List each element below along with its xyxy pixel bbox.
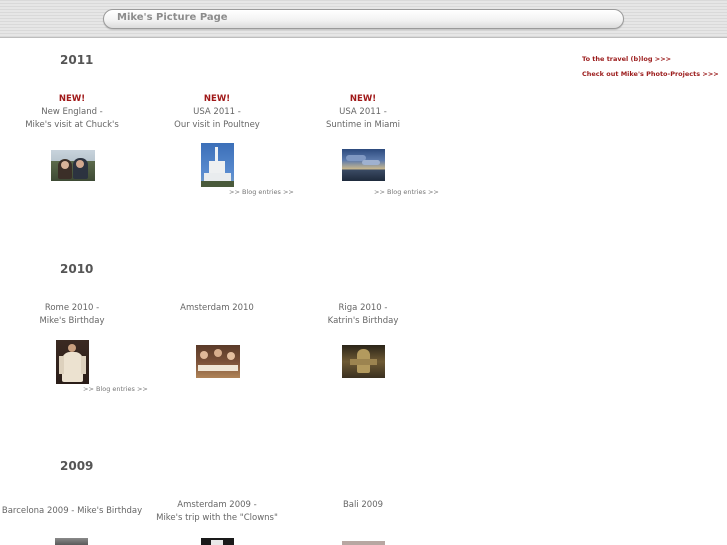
album-title[interactable]: Amsterdam 2010 bbox=[142, 302, 292, 315]
new-badge: NEW! bbox=[349, 94, 377, 104]
album-title[interactable]: Barcelona 2009 - Mike's Birthday bbox=[0, 505, 147, 518]
album-thumbnail-bali[interactable] bbox=[342, 541, 385, 545]
album-thumbnail-barcelona[interactable] bbox=[55, 538, 88, 545]
album-rome-2010[interactable]: Rome 2010 - Mike's Birthday bbox=[0, 302, 147, 328]
album-subtitle[interactable]: Mike's visit at Chuck's bbox=[0, 119, 147, 132]
album-thumbnail-new-england[interactable] bbox=[51, 150, 95, 181]
year-heading-2011: 2011 bbox=[60, 53, 94, 67]
album-bali-2009[interactable]: Bali 2009 bbox=[288, 499, 438, 512]
album-thumbnail-amsterdam-2009[interactable] bbox=[201, 538, 234, 545]
new-badge: NEW! bbox=[203, 94, 231, 104]
photo-projects-link[interactable]: Check out Mike's Photo-Projects >>> bbox=[582, 70, 719, 78]
new-badge: NEW! bbox=[58, 94, 86, 104]
album-usa-miami-2011[interactable]: NEW! USA 2011 - Suntime in Miami bbox=[288, 93, 438, 132]
album-title[interactable]: USA 2011 - bbox=[142, 106, 292, 119]
year-heading-2009: 2009 bbox=[60, 459, 94, 473]
album-title[interactable]: Bali 2009 bbox=[288, 499, 438, 512]
header-bar: Mike's Picture Page bbox=[0, 0, 727, 38]
album-subtitle[interactable]: Our visit in Poultney bbox=[142, 119, 292, 132]
album-riga-2010[interactable]: Riga 2010 - Katrin's Birthday bbox=[288, 302, 438, 328]
album-thumbnail-amsterdam-2010[interactable] bbox=[196, 345, 240, 378]
album-title[interactable]: Riga 2010 - bbox=[288, 302, 438, 315]
album-barcelona-2009[interactable]: Barcelona 2009 - Mike's Birthday bbox=[0, 505, 147, 518]
album-subtitle[interactable]: Mike's trip with the "Clowns" bbox=[142, 512, 292, 525]
album-thumbnail-riga[interactable] bbox=[342, 345, 385, 378]
travel-blog-link[interactable]: To the travel (b)log >>> bbox=[582, 55, 671, 63]
year-heading-2010: 2010 bbox=[60, 262, 94, 276]
album-usa-poultney-2011[interactable]: NEW! USA 2011 - Our visit in Poultney bbox=[142, 93, 292, 132]
blog-entries-link[interactable]: >> Blog entries >> bbox=[229, 188, 294, 196]
blog-entries-link[interactable]: >> Blog entries >> bbox=[374, 188, 439, 196]
album-new-england-2011[interactable]: NEW! New England - Mike's visit at Chuck… bbox=[0, 93, 147, 132]
album-subtitle[interactable]: Suntime in Miami bbox=[288, 119, 438, 132]
album-amsterdam-2009[interactable]: Amsterdam 2009 - Mike's trip with the "C… bbox=[142, 499, 292, 525]
album-thumbnail-poultney[interactable] bbox=[201, 143, 234, 187]
album-title[interactable]: USA 2011 - bbox=[288, 106, 438, 119]
album-thumbnail-rome[interactable] bbox=[56, 340, 89, 384]
title-bar: Mike's Picture Page bbox=[103, 9, 624, 29]
album-title[interactable]: Amsterdam 2009 - bbox=[142, 499, 292, 512]
album-subtitle[interactable]: Mike's Birthday bbox=[0, 315, 147, 328]
album-amsterdam-2010[interactable]: Amsterdam 2010 bbox=[142, 302, 292, 315]
page-title: Mike's Picture Page bbox=[117, 12, 228, 23]
album-subtitle[interactable]: Katrin's Birthday bbox=[288, 315, 438, 328]
album-thumbnail-miami[interactable] bbox=[342, 149, 385, 181]
album-title[interactable]: New England - bbox=[0, 106, 147, 119]
blog-entries-link[interactable]: >> Blog entries >> bbox=[83, 385, 148, 393]
album-title[interactable]: Rome 2010 - bbox=[0, 302, 147, 315]
